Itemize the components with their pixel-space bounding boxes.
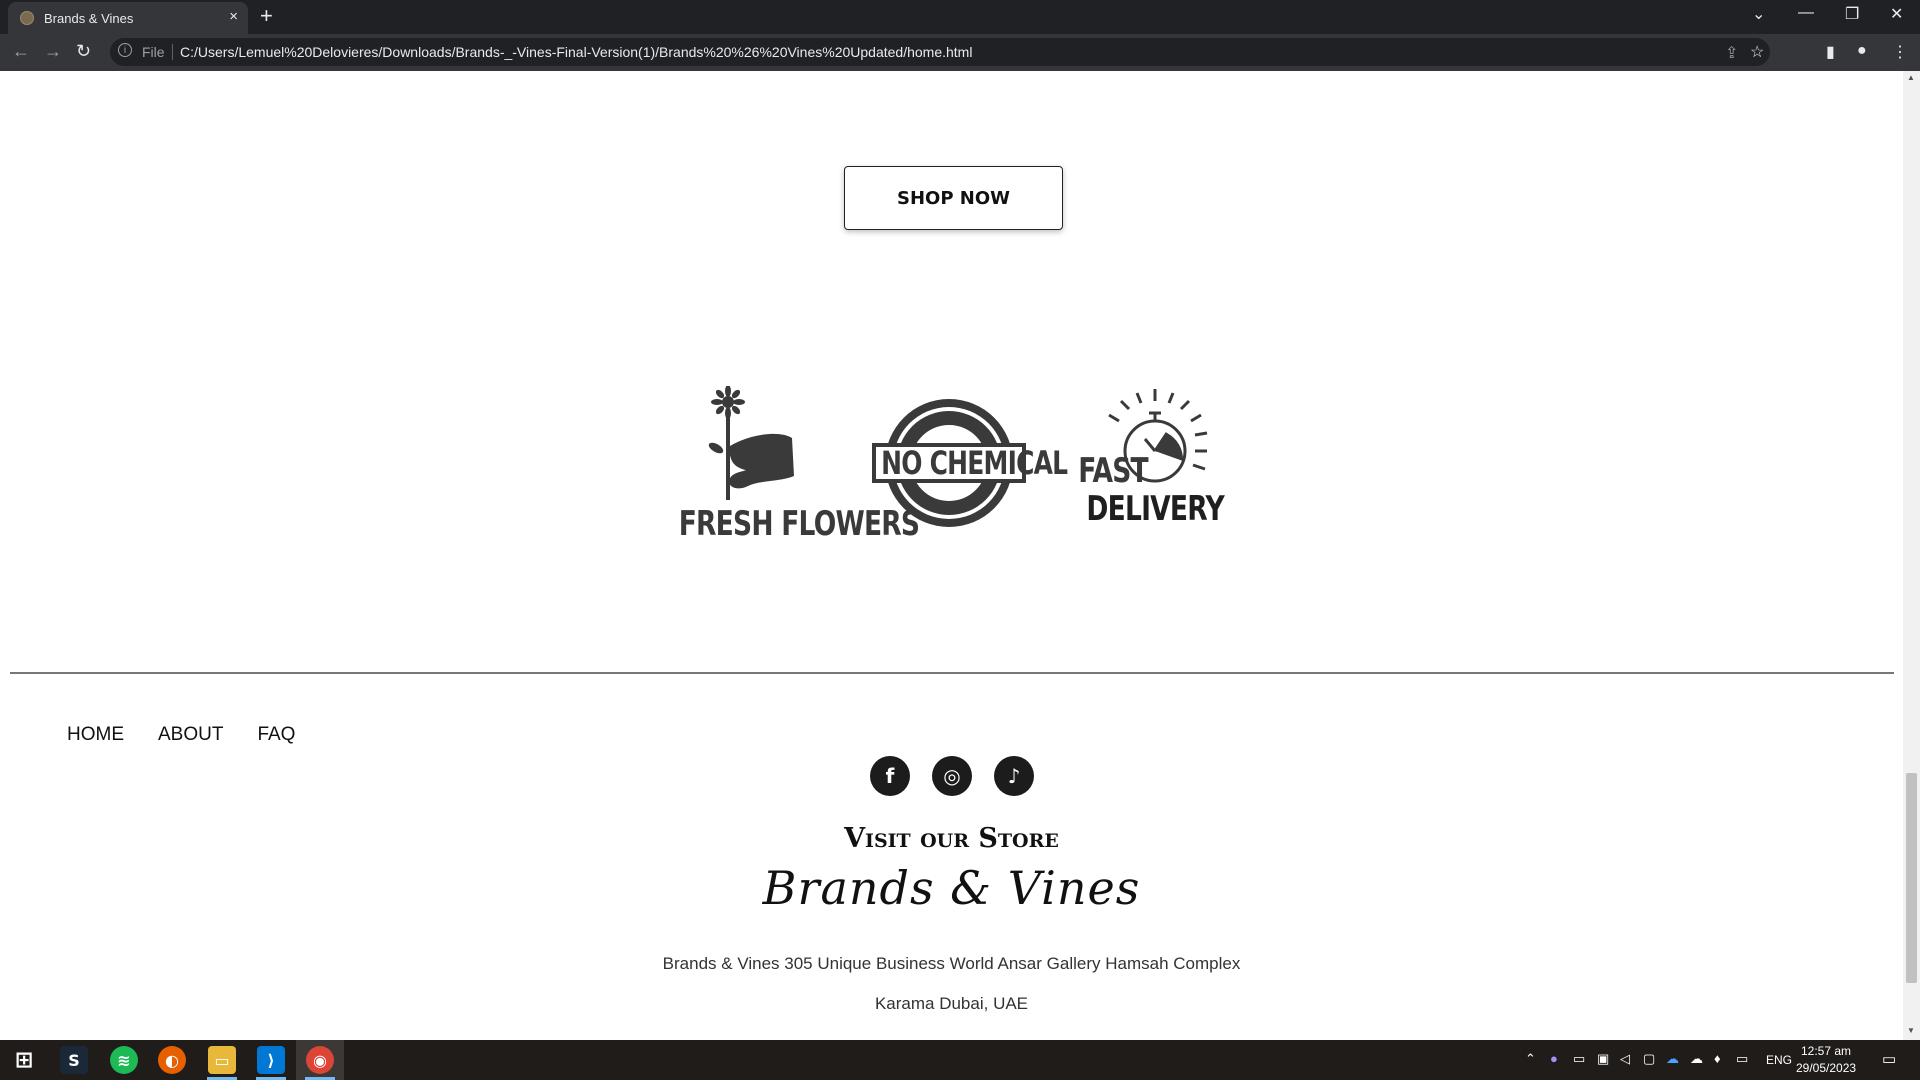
firefox-icon[interactable]: ◐ (158, 1046, 186, 1074)
window-close-button[interactable]: ✕ (1890, 4, 1903, 24)
share-icon[interactable]: ⇪ (1725, 43, 1738, 63)
no-chemical-text: NO CHEMICAL (881, 444, 1068, 482)
footer-nav-home[interactable]: HOME (67, 724, 124, 746)
tray-language[interactable]: ENG (1766, 1053, 1792, 1067)
fast-label: FAST (1078, 451, 1148, 491)
tab-search-icon[interactable]: ⌄ (1752, 4, 1765, 24)
clock-date: 29/05/2023 (1796, 1061, 1857, 1075)
steam-icon[interactable]: S (60, 1046, 88, 1074)
windows-start-icon[interactable]: ⊞ (10, 1046, 38, 1074)
tab-title: Brands & Vines (44, 11, 134, 26)
site-favicon-icon (20, 11, 34, 25)
store-address-line2: Karama Dubai, UAE (874, 994, 1029, 1013)
feature-fast-delivery: FAST DELIVERY (1078, 389, 1225, 549)
back-arrow-icon[interactable]: ← (12, 41, 30, 62)
tray-battery-icon[interactable]: ▭ (1573, 1051, 1585, 1067)
page-content: SHOP NOW FRESH FLOWERS NO CHEMICAL FAST … (0, 71, 1903, 1040)
footer-nav-faq[interactable]: FAQ (257, 724, 295, 746)
browser-toolbar: ← → ↻ i File C:/Users/Lemuel%20Deloviere… (0, 34, 1920, 72)
address-bar[interactable]: i File C:/Users/Lemuel%20Delovieres/Down… (110, 38, 1770, 66)
side-panel-icon[interactable]: ▮ (1826, 42, 1835, 62)
feature-label: FRESH FLOWERS (678, 504, 920, 544)
site-info-icon[interactable]: i (118, 43, 132, 57)
instagram-icon[interactable]: ◎ (932, 756, 972, 796)
profile-icon[interactable]: ● (1857, 42, 1867, 60)
feature-fresh-flowers: FRESH FLOWERS (670, 386, 920, 546)
flower-hand-icon (708, 386, 794, 500)
windows-taskbar: ⊞ S ≋ ◐ ▭ ⟩ ◉ ⌃ ● ▭ ▣ ◁ ▢ ☁ ☁ ♦ ▭ ENG 12… (0, 1040, 1920, 1080)
clock-time: 12:57 am (1801, 1044, 1852, 1058)
visit-store-heading: Visit our Store (844, 823, 1059, 854)
facebook-icon[interactable]: f (870, 756, 910, 796)
tray-app-icon[interactable]: ● (1550, 1051, 1558, 1066)
tray-display-icon[interactable]: ▢ (1643, 1051, 1655, 1067)
tray-meet-icon[interactable]: ▣ (1597, 1051, 1609, 1067)
shop-now-button[interactable]: SHOP NOW (844, 166, 1063, 230)
feature-no-chemical: NO CHEMICAL (872, 396, 1068, 530)
restore-button[interactable]: ❐ (1845, 4, 1859, 24)
page-scrollbar[interactable]: ▲ ▼ (1903, 71, 1920, 1040)
notification-center-icon[interactable]: ▭ (1882, 1050, 1896, 1068)
vscode-icon[interactable]: ⟩ (257, 1046, 285, 1074)
omnibox-separator (172, 44, 173, 60)
menu-kebab-icon[interactable]: ⋮ (1892, 42, 1908, 62)
spotify-icon[interactable]: ≋ (110, 1046, 138, 1074)
scroll-down-arrow-icon[interactable]: ▼ (1907, 1026, 1915, 1035)
delivery-label: DELIVERY (1086, 489, 1224, 529)
new-tab-button[interactable]: + (260, 3, 273, 29)
scrollbar-thumb[interactable] (1906, 773, 1917, 983)
file-explorer-icon[interactable]: ▭ (208, 1046, 236, 1074)
chrome-icon[interactable]: ◉ (306, 1046, 334, 1074)
tray-volume-icon[interactable]: ◁ (1620, 1051, 1630, 1067)
store-address-line1: Brands & Vines 305 Unique Business World… (662, 954, 1241, 973)
footer-nav-about[interactable]: ABOUT (158, 724, 223, 746)
protocol-label: File (142, 44, 165, 60)
url-text[interactable]: C:/Users/Lemuel%20Delovieres/Downloads/B… (180, 44, 972, 60)
tray-chevron-icon[interactable]: ⌃ (1525, 1051, 1536, 1067)
footer-nav: HOME ABOUT FAQ (67, 724, 295, 746)
tiktok-icon[interactable]: ♪ (994, 756, 1034, 796)
tray-mic-icon[interactable]: ♦ (1714, 1051, 1721, 1066)
forward-arrow-icon[interactable]: → (44, 41, 62, 62)
browser-tabbar: Brands & Vines × + ⌄ — ❐ ✕ (0, 0, 1920, 34)
tray-cloud-icon[interactable]: ☁ (1690, 1051, 1703, 1067)
tray-onedrive-icon[interactable]: ☁ (1666, 1051, 1679, 1067)
minimize-button[interactable]: — (1798, 4, 1814, 22)
tray-network-icon[interactable]: ▭ (1736, 1051, 1748, 1067)
footer-divider (10, 672, 1894, 674)
tray-clock[interactable]: 12:57 am 29/05/2023 (1796, 1043, 1856, 1077)
tab-close-icon[interactable]: × (229, 8, 238, 25)
brand-script-logo: Brands & Vines (762, 861, 1141, 915)
bookmark-star-icon[interactable]: ☆ (1750, 42, 1764, 62)
scroll-up-arrow-icon[interactable]: ▲ (1907, 73, 1915, 82)
browser-tab[interactable]: Brands & Vines × (8, 2, 248, 34)
reload-icon[interactable]: ↻ (76, 41, 91, 62)
social-links: f ◎ ♪ (870, 756, 1034, 796)
